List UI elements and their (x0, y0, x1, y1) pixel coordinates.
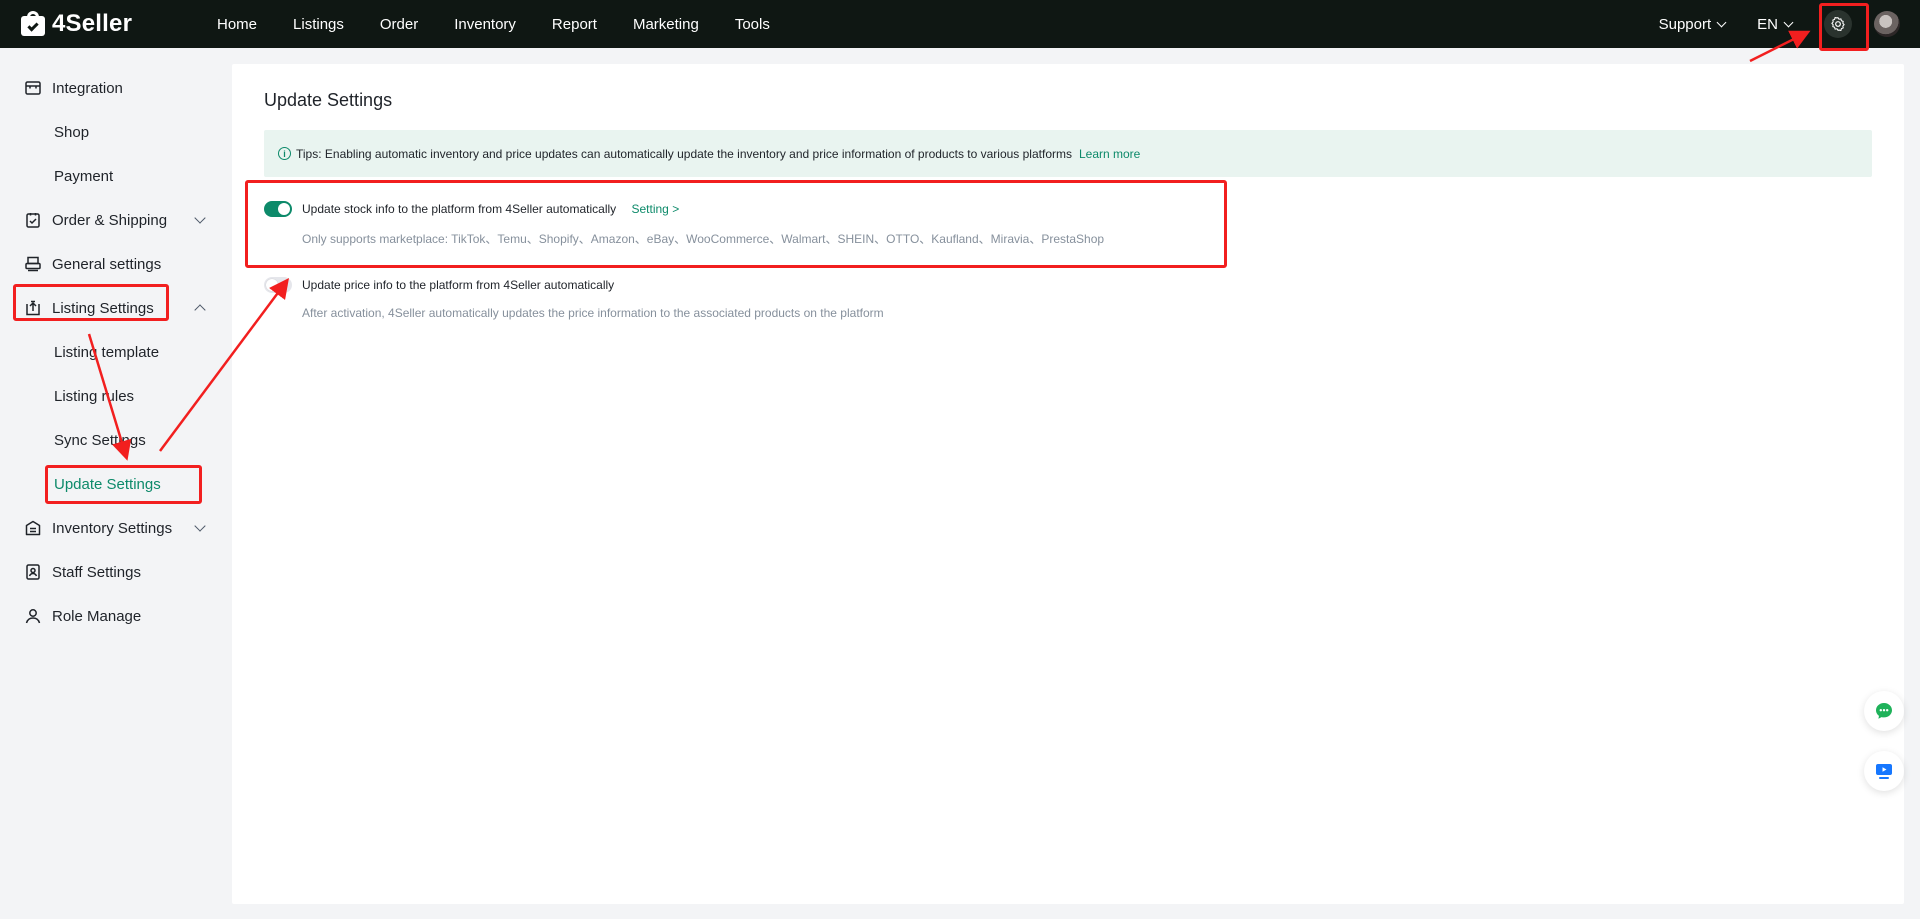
store-icon (25, 81, 41, 95)
warehouse-icon (25, 520, 41, 536)
nav-item-marketing[interactable]: Marketing (633, 16, 699, 33)
sidebar-item-label: General settings (52, 255, 162, 273)
sidebar-item-order-shipping[interactable]: Order & Shipping (0, 198, 232, 242)
sidebar-item-label: Staff Settings (52, 563, 141, 581)
sidebar-item-label: Order & Shipping (52, 211, 168, 229)
topbar-actions: Support EN (1659, 0, 1920, 48)
stock-update-toggle[interactable] (264, 201, 292, 217)
stock-update-description: Only supports marketplace: TikTok、Temu、S… (302, 232, 1105, 246)
nav-item-tools[interactable]: Tools (735, 16, 770, 33)
settings-button[interactable] (1824, 10, 1852, 38)
printer-icon (25, 256, 41, 272)
sidebar-item-label: Listing template (54, 343, 160, 361)
video-tutorial-icon (1876, 764, 1892, 779)
sidebar-item-label: Sync Settings (54, 431, 146, 449)
learn-more-link[interactable]: Learn more (1079, 147, 1140, 161)
language-dropdown[interactable]: EN (1757, 15, 1794, 33)
nav-item-order[interactable]: Order (380, 16, 418, 33)
nav-item-inventory[interactable]: Inventory (454, 16, 516, 33)
sidebar-item-integration[interactable]: Integration (0, 66, 232, 110)
tips-banner: i Tips: Enabling automatic inventory and… (264, 130, 1872, 177)
user-avatar[interactable] (1874, 11, 1900, 37)
support-dropdown[interactable]: Support (1658, 15, 1727, 33)
sidebar-item-label: Update Settings (54, 475, 161, 493)
price-update-toggle[interactable] (264, 277, 292, 293)
language-label: EN (1757, 15, 1778, 33)
page-title: Update Settings (264, 90, 393, 110)
price-update-title: Update price info to the platform from 4… (302, 278, 615, 292)
sidebar-item-sync-settings[interactable]: Sync Settings (0, 418, 232, 462)
tips-text: Tips: Enabling automatic inventory and p… (296, 146, 1072, 161)
stock-update-title: Update stock info to the platform from 4… (302, 202, 617, 216)
top-navigation-bar: 4Seller Home Listings Order Inventory Re… (0, 0, 1920, 48)
sidebar-item-general-settings[interactable]: General settings (0, 242, 232, 286)
chat-support-icon (1876, 703, 1892, 719)
shopping-bag-icon (20, 11, 46, 37)
sidebar-item-listing-rules[interactable]: Listing rules (0, 374, 232, 418)
clipboard-check-icon (26, 213, 40, 228)
chevron-down-icon (1716, 17, 1727, 27)
main-panel: Update Settings i Tips: Enabling automat… (232, 64, 1904, 904)
sidebar-item-staff-settings[interactable]: Staff Settings (0, 550, 232, 594)
settings-sidebar: Integration Shop Payment Order & Shippin… (0, 48, 232, 919)
video-tutorial-button[interactable] (1864, 751, 1904, 791)
chevron-up-icon (194, 304, 206, 316)
sidebar-item-label: Payment (54, 167, 114, 185)
sidebar-item-label: Listing Settings (52, 299, 154, 317)
chat-support-button[interactable] (1864, 691, 1904, 731)
sidebar-item-payment[interactable]: Payment (0, 154, 232, 198)
main-nav: Home Listings Order Inventory Report Mar… (217, 16, 806, 33)
sidebar-item-inventory-settings[interactable]: Inventory Settings (0, 506, 232, 550)
upload-box-icon (26, 300, 40, 316)
sidebar-item-label: Inventory Settings (52, 519, 173, 537)
setting-title-row: Update stock info to the platform from 4… (302, 202, 679, 216)
sidebar-item-update-settings[interactable]: Update Settings (0, 462, 232, 506)
gear-icon (1831, 16, 1845, 31)
brand-name: 4Seller (52, 10, 133, 37)
user-icon (25, 609, 41, 624)
support-label: Support (1658, 15, 1712, 33)
sidebar-item-role-manage[interactable]: Role Manage (0, 594, 232, 638)
sidebar-item-label: Integration (52, 79, 123, 97)
stock-setting-link[interactable]: Setting > (632, 202, 680, 216)
chevron-down-icon (194, 520, 206, 532)
sidebar-item-shop[interactable]: Shop (0, 110, 232, 154)
sidebar-item-listing-settings[interactable]: Listing Settings (0, 286, 232, 330)
nav-item-home[interactable]: Home (217, 16, 257, 33)
sidebar-item-label: Role Manage (52, 607, 142, 625)
sidebar-item-label: Shop (54, 123, 90, 141)
nav-item-listings[interactable]: Listings (293, 16, 344, 33)
chevron-down-icon (1783, 17, 1794, 27)
sidebar-item-listing-template[interactable]: Listing template (0, 330, 232, 374)
nav-item-report[interactable]: Report (552, 16, 597, 33)
price-update-description: After activation, 4Seller automatically … (302, 306, 884, 320)
sidebar-item-label: Listing rules (54, 387, 135, 405)
chevron-down-icon (194, 212, 206, 224)
brand-logo[interactable]: 4Seller (20, 10, 196, 38)
badge-icon (26, 564, 40, 580)
info-icon: i (278, 147, 291, 160)
